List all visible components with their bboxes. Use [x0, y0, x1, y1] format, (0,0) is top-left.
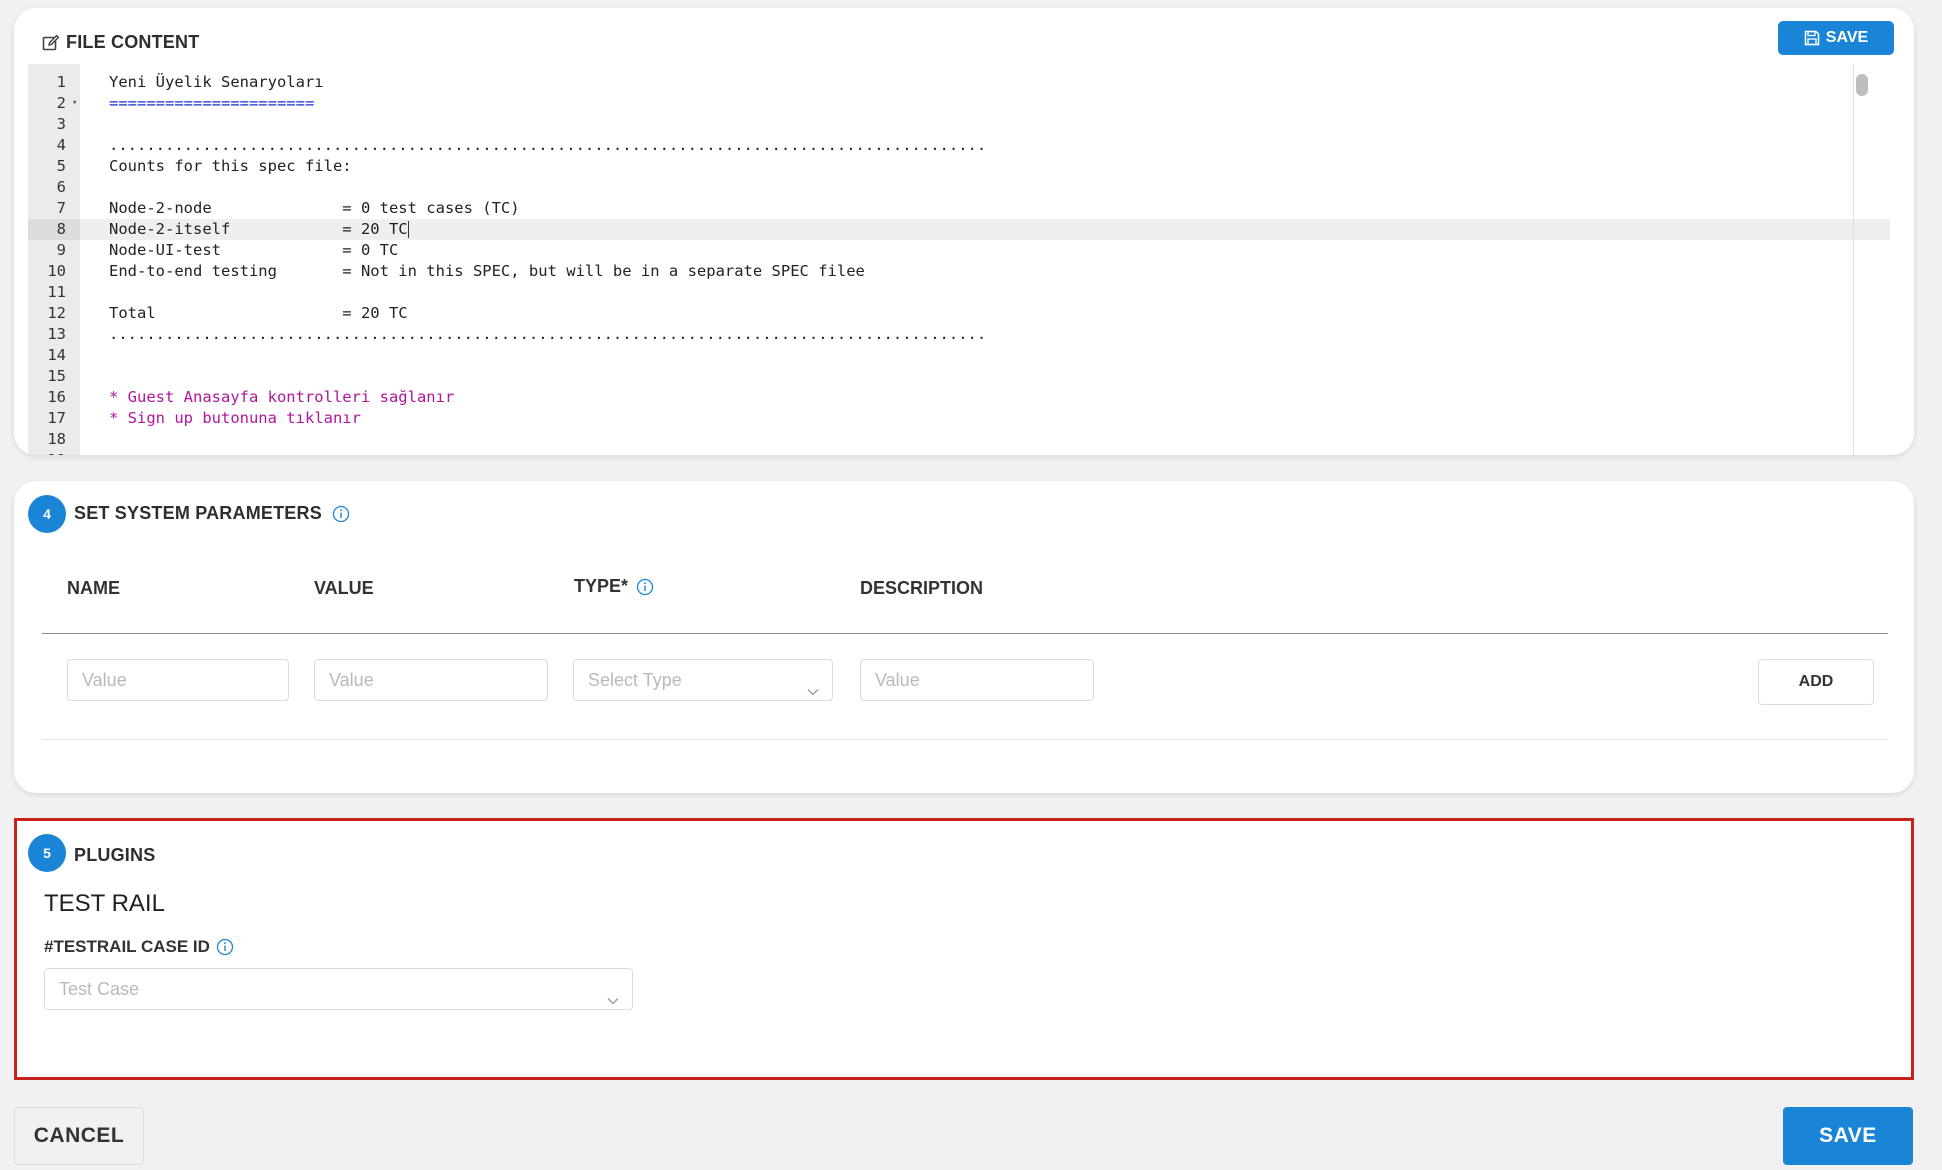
code-line[interactable]: 1 Yeni Üyelik Senaryoları [28, 72, 1890, 93]
column-header-description: DESCRIPTION [860, 578, 983, 599]
line-text: ====================== [109, 94, 315, 112]
code-line[interactable]: 19 [28, 450, 1890, 455]
code-line[interactable]: 8 Node-2-itself = 20 TC [28, 219, 1890, 240]
line-text: Yeni Üyelik Senaryoları [109, 73, 324, 91]
line-number: 16 [47, 388, 66, 406]
line-text: * Guest Anasayfa kontrolleri sağlanır [109, 388, 455, 406]
code-line[interactable]: 5 Counts for this spec file: [28, 156, 1890, 177]
system-params-card: 4 SET SYSTEM PARAMETERS NAME VALUE TYPE*… [14, 481, 1914, 793]
line-number: 17 [47, 409, 66, 427]
param-value-input[interactable] [314, 659, 548, 701]
line-text: Node-UI-test = 0 TC [109, 241, 399, 259]
table-row-divider [42, 739, 1888, 740]
line-text: Node-2-node = 0 test cases (TC) [109, 199, 520, 217]
code-line[interactable]: 3 [28, 114, 1890, 135]
text-cursor [407, 221, 409, 238]
line-number: 4 [56, 136, 66, 154]
testrail-case-id-text: #TESTRAIL CASE ID [44, 937, 210, 956]
code-line[interactable]: 9 Node-UI-test = 0 TC [28, 240, 1890, 261]
save-file-label: SAVE [1825, 29, 1869, 46]
line-number: 1 [56, 73, 66, 91]
cancel-button[interactable]: CANCEL [14, 1107, 144, 1165]
param-name-input[interactable] [67, 659, 289, 701]
testrail-case-id-label: #TESTRAIL CASE ID [44, 937, 234, 957]
floppy-disk-icon [1804, 30, 1820, 46]
line-number: 19 [28, 450, 80, 455]
edit-icon [42, 34, 60, 52]
column-header-type: TYPE* [574, 576, 654, 597]
line-number: 5 [56, 157, 66, 175]
code-line[interactable]: 11 [28, 282, 1890, 303]
column-header-value: VALUE [314, 578, 374, 599]
info-icon[interactable] [332, 505, 350, 523]
line-number: 11 [47, 283, 66, 301]
line-number: 3 [56, 115, 66, 133]
info-icon[interactable] [636, 578, 654, 596]
plugins-card: 5 PLUGINS TEST RAIL #TESTRAIL CASE ID Te… [14, 818, 1914, 1080]
line-number: 7 [56, 199, 66, 217]
info-icon[interactable] [216, 938, 234, 956]
code-line[interactable]: 7 Node-2-node = 0 test cases (TC) [28, 198, 1890, 219]
testrail-case-placeholder: Test Case [59, 979, 140, 999]
system-params-title: SET SYSTEM PARAMETERS [74, 503, 322, 523]
line-number: 15 [47, 367, 66, 385]
chevron-down-icon [806, 673, 820, 696]
line-text: End-to-end testing = Not in this SPEC, b… [109, 262, 865, 280]
step-badge: 5 [28, 834, 66, 872]
column-type-label: TYPE* [574, 576, 629, 596]
file-content-header: FILE CONTENT [42, 32, 199, 53]
code-line[interactable]: 13......................................… [28, 324, 1890, 345]
code-line[interactable]: 16 * Guest Anasayfa kontrolleri sağlanır [28, 387, 1890, 408]
add-param-button[interactable]: ADD [1758, 659, 1874, 705]
code-editor[interactable]: 1 Yeni Üyelik Senaryoları 2 ▾ ==============… [28, 64, 1890, 455]
line-number: 14 [47, 346, 66, 364]
line-text: Node-2-itself = 20 TC [109, 220, 409, 238]
column-header-name: NAME [67, 578, 120, 599]
code-line[interactable]: 17 * Sign up butonuna tıklanır [28, 408, 1890, 429]
file-content-title: FILE CONTENT [66, 32, 200, 52]
code-line[interactable]: 14 [28, 345, 1890, 366]
param-type-placeholder: Select Type [588, 670, 682, 690]
plugins-title: PLUGINS [74, 845, 156, 865]
line-number: 10 [47, 262, 66, 280]
column-value-label: VALUE [314, 578, 374, 598]
step-badge: 4 [28, 495, 66, 533]
save-button[interactable]: SAVE [1783, 1107, 1913, 1165]
line-text: ........................................… [109, 136, 987, 154]
line-text: * Sign up butonuna tıklanır [109, 409, 361, 427]
line-number: 9 [56, 241, 66, 259]
line-number: 6 [56, 178, 66, 196]
save-file-button[interactable]: SAVE [1778, 21, 1894, 55]
editor-scroll-divider [1853, 64, 1854, 455]
code-line[interactable]: 18 [28, 429, 1890, 450]
column-description-label: DESCRIPTION [860, 578, 984, 598]
code-lines: 1 Yeni Üyelik Senaryoları 2 ▾ ==============… [28, 72, 1890, 455]
code-line[interactable]: 12 Total = 20 TC [28, 303, 1890, 324]
code-line[interactable]: 10 End-to-end testing = Not in this SPEC,… [28, 261, 1890, 282]
chevron-down-icon [606, 982, 620, 1005]
line-number: 18 [47, 430, 66, 448]
fold-toggle-icon[interactable]: ▾ [72, 93, 77, 114]
line-text: ........................................… [109, 325, 987, 343]
column-name-label: NAME [67, 578, 120, 598]
code-line[interactable]: 4.......................................… [28, 135, 1890, 156]
line-number: 12 [47, 304, 66, 322]
code-line[interactable]: 6 [28, 177, 1890, 198]
file-content-card: FILE CONTENT SAVE 1 Yeni Üyelik Senaryola… [14, 8, 1914, 455]
testrail-case-select[interactable]: Test Case [44, 968, 633, 1010]
plugin-name: TEST RAIL [44, 890, 165, 917]
line-number: 13 [47, 325, 66, 343]
code-line[interactable]: 15 [28, 366, 1890, 387]
code-line[interactable]: 2 ▾ ====================== [28, 93, 1890, 114]
line-text: Total = 20 TC [109, 304, 408, 322]
param-description-input[interactable] [860, 659, 1094, 701]
line-text: Counts for this spec file: [109, 157, 352, 175]
system-params-header: SET SYSTEM PARAMETERS [74, 503, 350, 524]
param-type-select[interactable]: Select Type [573, 659, 833, 701]
editor-scrollbar[interactable] [1856, 74, 1868, 96]
line-number: 8 [28, 219, 80, 240]
table-header-divider [42, 633, 1888, 634]
